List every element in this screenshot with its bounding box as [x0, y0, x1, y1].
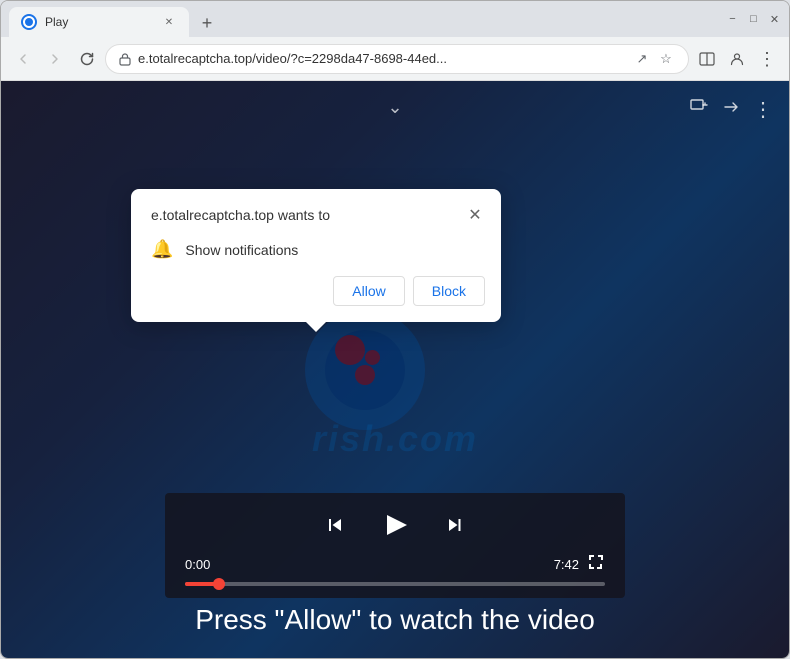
address-bar[interactable]: e.totalrecaptcha.top/video/?c=2298da47-8…: [105, 44, 689, 74]
title-bar: Play ✕ + − □ ✕: [1, 1, 789, 37]
account-button[interactable]: [723, 45, 751, 73]
player-time-row: 0:00 7:42: [185, 553, 605, 576]
watermark-logo: [305, 310, 485, 430]
new-tab-button[interactable]: +: [193, 9, 221, 37]
window-controls: − □ ✕: [726, 13, 781, 26]
allow-button[interactable]: Allow: [333, 276, 404, 306]
popup-close-button[interactable]: ✕: [465, 205, 485, 225]
video-more-icon[interactable]: ⋮: [753, 97, 773, 122]
menu-button[interactable]: ⋮: [753, 45, 781, 73]
press-allow-text: Press "Allow" to watch the video: [1, 604, 789, 636]
popup-header: e.totalrecaptcha.top wants to ✕: [131, 189, 501, 233]
popup-actions: Allow Block: [131, 272, 501, 322]
bell-icon: 🔔: [151, 239, 173, 260]
watermark: rish.com: [305, 310, 485, 430]
popup-notification-item: 🔔 Show notifications: [131, 233, 501, 272]
play-button[interactable]: [379, 509, 411, 541]
tab-title: Play: [45, 15, 153, 29]
watermark-text: rish.com: [245, 418, 545, 460]
player-controls: [185, 509, 605, 541]
total-time: 7:42: [554, 557, 579, 572]
nav-extra-controls: ⋮: [693, 45, 781, 73]
close-button[interactable]: ✕: [768, 13, 781, 26]
video-background: rish.com ⌄ ⋮: [1, 81, 789, 658]
popup-arrow: [306, 322, 326, 332]
address-actions: ↗ ☆: [632, 49, 676, 69]
video-top-controls: ⋮: [689, 97, 773, 122]
browser-window: Play ✕ + − □ ✕ e.totalrecaptcha.top/vide…: [0, 0, 790, 659]
active-tab[interactable]: Play ✕: [9, 7, 189, 37]
content-area: rish.com ⌄ ⋮: [1, 81, 789, 658]
progress-thumb: [213, 578, 225, 590]
block-button[interactable]: Block: [413, 276, 485, 306]
split-screen-button[interactable]: [693, 45, 721, 73]
permission-popup: e.totalrecaptcha.top wants to ✕ 🔔 Show n…: [131, 189, 501, 322]
maximize-button[interactable]: □: [747, 13, 760, 26]
prev-button[interactable]: [323, 513, 347, 537]
progress-bar[interactable]: [185, 582, 605, 586]
back-button[interactable]: [9, 45, 37, 73]
refresh-button[interactable]: [73, 45, 101, 73]
popup-title: e.totalrecaptcha.top wants to: [151, 207, 330, 223]
next-button[interactable]: [443, 513, 467, 537]
tab-close-button[interactable]: ✕: [161, 14, 177, 30]
navigation-bar: e.totalrecaptcha.top/video/?c=2298da47-8…: [1, 37, 789, 81]
fullscreen-button[interactable]: [587, 553, 605, 576]
progress-fill: [185, 582, 219, 586]
tab-favicon-icon: [21, 14, 37, 30]
minimize-button[interactable]: −: [726, 13, 739, 26]
video-share-icon[interactable]: [721, 97, 741, 122]
lock-icon: [118, 52, 132, 66]
current-time: 0:00: [185, 557, 210, 572]
popup-item-text: Show notifications: [185, 242, 298, 258]
video-cast-icon[interactable]: [689, 97, 709, 122]
forward-button[interactable]: [41, 45, 69, 73]
tab-strip: Play ✕ +: [9, 1, 718, 37]
video-download-arrow-icon[interactable]: ⌄: [387, 97, 402, 118]
bookmark-icon[interactable]: ☆: [656, 49, 676, 69]
share-address-icon[interactable]: ↗: [632, 49, 652, 69]
video-player: 0:00 7:42: [165, 493, 625, 598]
address-text: e.totalrecaptcha.top/video/?c=2298da47-8…: [138, 51, 626, 66]
